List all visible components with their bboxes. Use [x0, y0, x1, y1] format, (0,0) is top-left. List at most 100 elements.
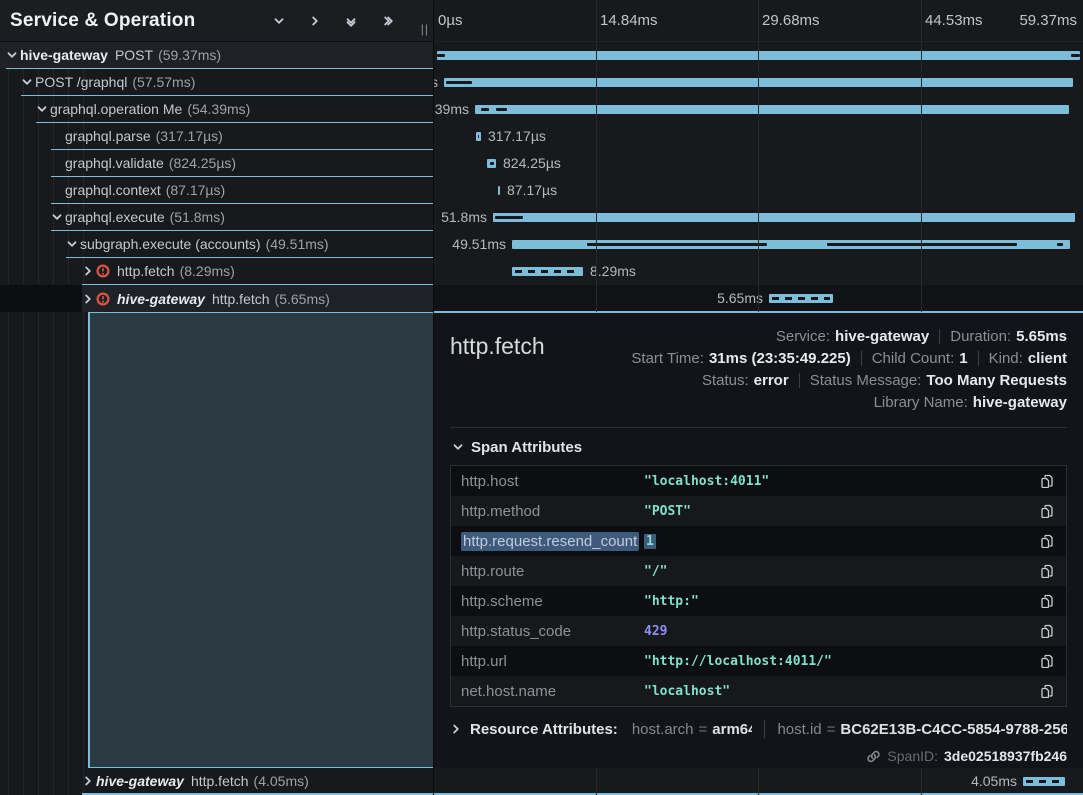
child-span-mark — [437, 54, 445, 57]
waterfall-row[interactable]: 57.57ms — [434, 69, 1083, 96]
span-bar[interactable] — [444, 78, 1073, 87]
span-bar[interactable] — [475, 105, 1069, 114]
chevron-right-icon[interactable] — [307, 13, 323, 29]
resource-equals: = — [699, 721, 708, 738]
span-meta: Service:hive-gatewayDuration:5.65msStart… — [631, 325, 1067, 413]
span-bar[interactable] — [437, 51, 1080, 60]
tree-row[interactable]: http.fetch(8.29ms) — [0, 258, 433, 285]
span-bar[interactable] — [512, 267, 583, 276]
child-span-mark — [495, 216, 523, 219]
attribute-row[interactable]: http.host"localhost:4011" — [451, 466, 1066, 496]
tree-row[interactable]: graphql.context(87.17µs) — [0, 177, 433, 204]
span-operation-name: graphql.context — [65, 182, 161, 198]
attribute-row[interactable]: http.status_code429 — [451, 616, 1066, 646]
span-bar[interactable] — [493, 213, 1075, 222]
chevron-right-icon[interactable] — [82, 775, 96, 787]
copy-icon[interactable] — [1028, 684, 1066, 698]
waterfall-row[interactable]: 54.39ms — [434, 96, 1083, 123]
tree-row[interactable]: graphql.execute(51.8ms) — [0, 204, 433, 231]
tree-row[interactable]: POST /graphql(57.57ms) — [0, 69, 433, 96]
timeline-ruler: 0µs14.84ms29.68ms44.53ms59.37ms — [434, 0, 1083, 42]
double-chevron-down-icon[interactable] — [343, 13, 359, 29]
child-span-mark — [1071, 54, 1080, 57]
meta-label: Status Message: — [810, 372, 922, 389]
meta-value: 31ms (23:35:49.225) — [709, 350, 851, 367]
selected-span-highlight-block — [88, 312, 434, 768]
meta-value: 5.65ms — [1016, 328, 1067, 345]
span-tree-bottom: hive-gatewayhttp.fetch(4.05ms) — [0, 768, 433, 795]
waterfall-row[interactable]: 59.37ms — [434, 42, 1083, 69]
timeline-column: 0µs14.84ms29.68ms44.53ms59.37ms 59.37ms5… — [434, 0, 1083, 795]
span-bar[interactable] — [487, 159, 496, 168]
spanid-value[interactable]: 3de02518937fb246 — [944, 748, 1067, 764]
attribute-row[interactable]: http.request.resend_count1 — [451, 526, 1066, 556]
copy-icon[interactable] — [1028, 564, 1066, 578]
bar-duration-label: 51.8ms — [441, 204, 487, 231]
link-icon[interactable] — [866, 749, 881, 764]
attribute-row[interactable]: http.method"POST" — [451, 496, 1066, 526]
double-chevron-right-icon[interactable] — [379, 13, 395, 29]
tree-row[interactable]: graphql.validate(824.25µs) — [0, 150, 433, 177]
span-title: http.fetch — [450, 325, 545, 360]
waterfall-row[interactable]: 49.51ms — [434, 231, 1083, 258]
waterfall-row[interactable]: 51.8ms — [434, 204, 1083, 231]
span-duration: (51.8ms) — [170, 209, 225, 225]
waterfall-row[interactable]: 8.29ms — [434, 258, 1083, 285]
waterfall-row[interactable]: 317.17µs — [434, 123, 1083, 150]
tree-row[interactable]: hive-gatewayPOST(59.37ms) — [0, 42, 433, 69]
span-name-column: Service & Operation || hive-gatewayPOST(… — [0, 0, 434, 795]
waterfall-row[interactable]: 5.65ms — [434, 285, 1083, 312]
section-label: Span Attributes — [471, 439, 582, 456]
timeline-tick-label: 14.84ms — [600, 12, 658, 29]
span-operation-name: graphql.validate — [65, 155, 164, 171]
tree-row[interactable]: hive-gatewayhttp.fetch(4.05ms) — [0, 768, 433, 795]
span-bar[interactable] — [769, 294, 833, 303]
attribute-row[interactable]: http.scheme"http:" — [451, 586, 1066, 616]
span-bar[interactable] — [498, 186, 500, 195]
chevron-down-icon[interactable] — [36, 103, 50, 115]
tree-row[interactable]: graphql.parse(317.17µs) — [0, 123, 433, 150]
child-span-mark — [446, 81, 472, 84]
waterfall-row[interactable]: 4.05ms — [434, 768, 1083, 795]
chevron-down-icon[interactable] — [271, 13, 287, 29]
tree-row[interactable]: graphql.operation Me(54.39ms) — [0, 96, 433, 123]
waterfall-row[interactable]: 824.25µs — [434, 150, 1083, 177]
tree-row-content: hive-gatewayhttp.fetch(4.05ms) — [82, 768, 433, 795]
resource-equals: = — [827, 721, 836, 738]
tree-row[interactable]: subgraph.execute (accounts)(49.51ms) — [0, 231, 433, 258]
span-attributes-header[interactable]: Span Attributes — [452, 439, 1067, 456]
span-bar[interactable] — [1023, 777, 1065, 786]
copy-icon[interactable] — [1028, 474, 1066, 488]
chevron-down-icon[interactable] — [6, 49, 20, 61]
chevron-down-icon[interactable] — [21, 76, 35, 88]
resource-attributes-label[interactable]: Resource Attributes: — [470, 721, 618, 738]
copy-icon[interactable] — [1028, 504, 1066, 518]
span-duration: (8.29ms) — [180, 263, 235, 279]
attribute-row[interactable]: http.route"/" — [451, 556, 1066, 586]
chevron-right-icon[interactable] — [82, 293, 96, 305]
waterfall-row[interactable]: 87.17µs — [434, 177, 1083, 204]
meta-value: Too Many Requests — [926, 372, 1067, 389]
span-bar[interactable] — [476, 132, 481, 141]
child-span-mark — [481, 108, 489, 111]
copy-icon[interactable] — [1028, 594, 1066, 608]
copy-icon[interactable] — [1028, 624, 1066, 638]
column-resize-handle[interactable]: || — [421, 22, 429, 36]
chevron-right-icon[interactable] — [82, 265, 96, 277]
span-service-name: hive-gateway — [96, 773, 184, 789]
attribute-key: http.url — [451, 653, 644, 670]
tree-row[interactable]: hive-gatewayhttp.fetch(5.65ms) — [0, 285, 433, 312]
copy-icon[interactable] — [1028, 654, 1066, 668]
spanid-label: SpanID: — [887, 748, 938, 764]
chevron-down-icon[interactable] — [66, 238, 80, 250]
trace-viewer: Service & Operation || hive-gatewayPOST(… — [0, 0, 1083, 795]
bar-duration-label: 824.25µs — [503, 150, 561, 177]
span-bar[interactable] — [512, 240, 1070, 249]
resource-value: arm64 — [712, 721, 752, 738]
child-span-mark — [1057, 243, 1063, 246]
tree-row-content: POST /graphql(57.57ms) — [21, 69, 433, 96]
attribute-row[interactable]: net.host.name"localhost" — [451, 676, 1066, 706]
chevron-down-icon[interactable] — [51, 211, 65, 223]
copy-icon[interactable] — [1028, 534, 1066, 548]
attribute-row[interactable]: http.url"http://localhost:4011/" — [451, 646, 1066, 676]
